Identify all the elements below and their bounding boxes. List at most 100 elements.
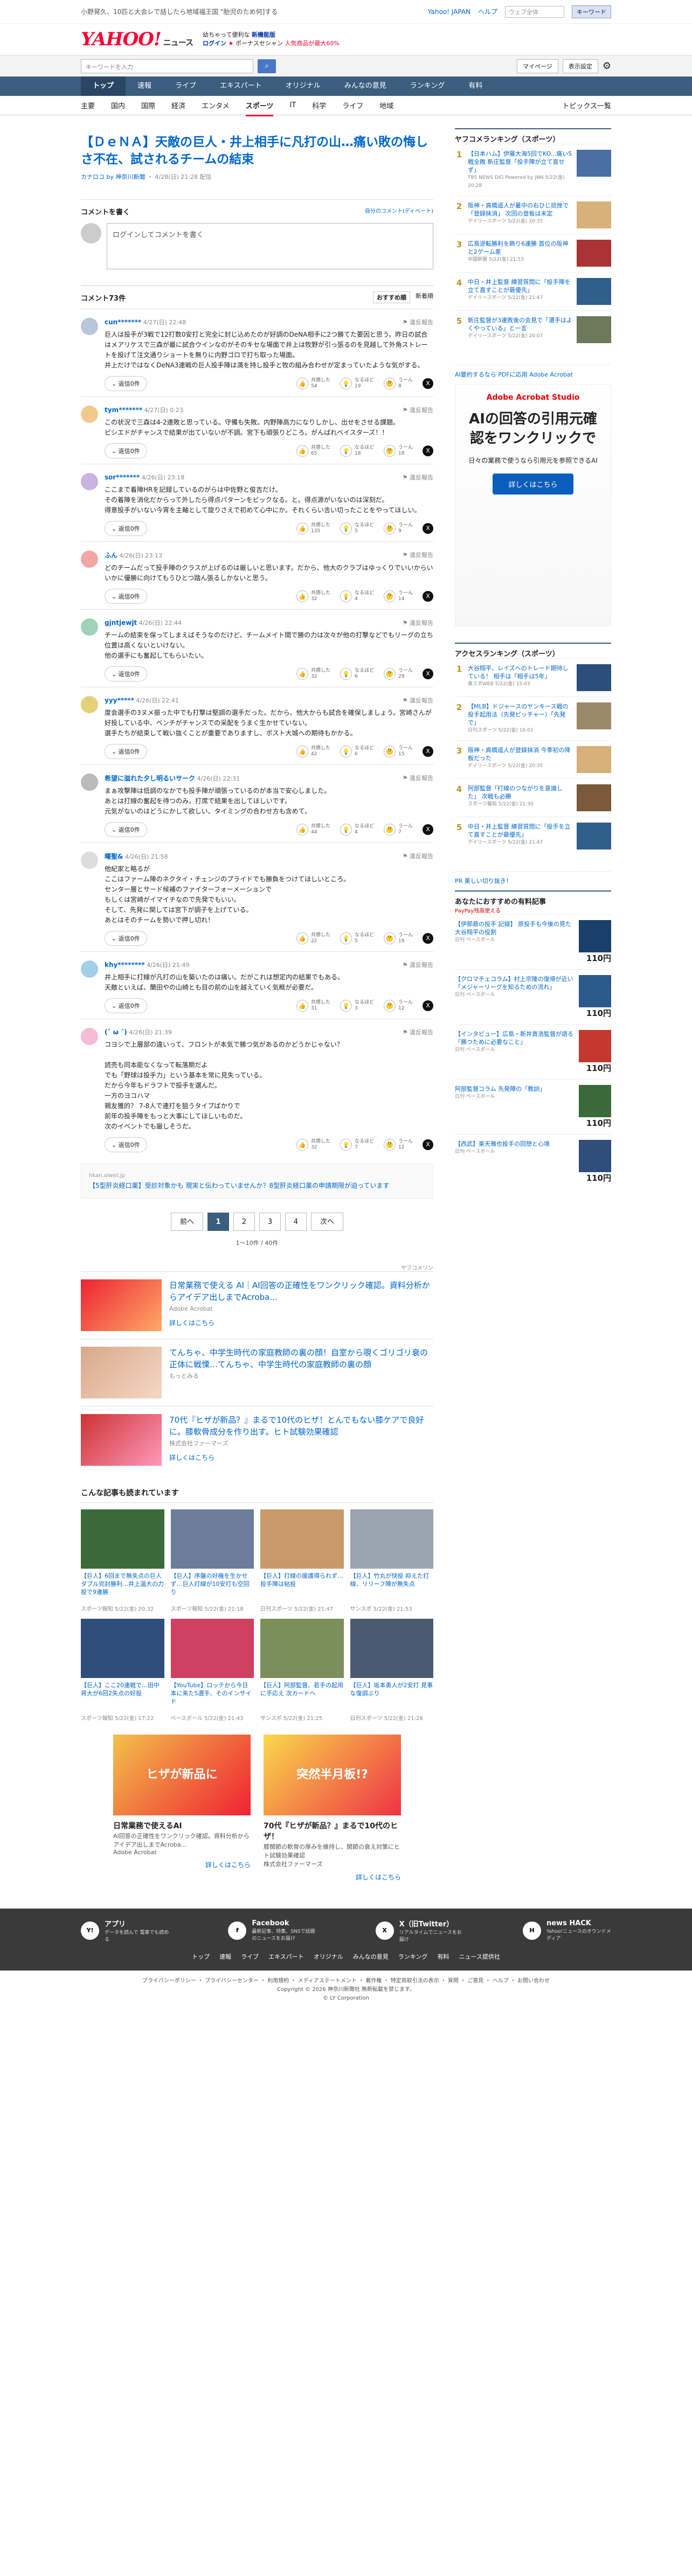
related-item[interactable]: 【YouTube】ロッテから今日本に来た5選手、そのインサイド ベースボール 5/… — [170, 1619, 254, 1722]
footer-app-1[interactable]: f Facebook 最新記事、特集、SNSで話題のニュースをお届け — [228, 1918, 316, 1943]
footer-app-0[interactable]: Y! アプリ データを読んで 電車でも読める — [81, 1918, 169, 1943]
react-empathy[interactable]: 👍 共感した 135 — [296, 523, 330, 534]
react-insight[interactable]: 💡 なるほど 6 — [340, 668, 374, 680]
pr-item[interactable]: PR 美しい切り抜き！ — [455, 871, 611, 890]
ranking-title[interactable]: 中日・井上監督 練習質問に「投手陣を立て直すことが最優先」 — [468, 279, 571, 294]
commenter-name[interactable]: sor******* — [105, 474, 140, 481]
reply-toggle[interactable]: ⌄ 返信0件 — [105, 1137, 147, 1152]
paid-article-title[interactable]: 【インタビュー】広島・新井貴浩監督が語る「勝つために必要なこと」 — [455, 1031, 573, 1046]
article-source[interactable]: カナロコ by 神奈川新聞 — [81, 173, 146, 180]
nav-tab-6[interactable]: ランキング — [398, 76, 457, 96]
article-title[interactable]: 【ＤｅＮＡ】天敵の巨人・井上相手に凡打の山…痛い敗の悔しさ不在、試されるチームの… — [81, 134, 433, 168]
x-share-icon[interactable]: X — [423, 445, 433, 456]
ad-more-link[interactable]: 詳しくはこちら — [169, 1452, 433, 1464]
reply-toggle[interactable]: ⌄ 返信0件 — [105, 822, 147, 837]
ranking-title[interactable]: 中日・井上監督 練習質問に「投手を立て直すことが最優先」 — [468, 823, 571, 838]
ad-title[interactable]: てんちゃ、中学生時代の家庭教師の裏の顔！自室から覗くゴリゴリ衰の正体に戦慄…てん… — [169, 1348, 428, 1369]
react-empathy[interactable]: 👍 共感した 32 — [296, 590, 330, 602]
report-link[interactable]: ⚑ 違反報告 — [403, 473, 433, 482]
mypage-button[interactable]: マイページ — [517, 59, 558, 73]
paid-article[interactable]: 【インタビュー】広島・新井貴浩監督が語る「勝つために必要なこと」 日刊 ベースボー… — [455, 1024, 611, 1079]
x-share-icon[interactable]: X — [423, 669, 433, 679]
react-insight[interactable]: 💡 なるほど 4 — [340, 590, 374, 602]
search-icon[interactable]: ⌕ — [258, 59, 276, 73]
related-item[interactable]: 【巨人】序盤の好機を生かせず…巨人打線が10安打も空回り スポーツ報知 5/22(… — [170, 1509, 254, 1612]
category-tab-3[interactable]: 経済 — [171, 100, 185, 110]
ranking-item[interactable]: 4 中日・井上監督 練習質問に「投手陣を立て直すことが最優先」 デイリースポーツ 5… — [455, 272, 611, 310]
paid-article-title[interactable]: 【伊那鼎の投手 記録】 原投手も今後の見た大谷翔平の役割 — [455, 921, 571, 936]
ranking-item[interactable]: 1 【日本ハム】伊藤大海5回でKO...痛い5戦全敗 新庄監督「投手陣が立て直せず… — [455, 144, 611, 196]
page-button-3[interactable]: 3 — [259, 1213, 281, 1231]
react-empathy[interactable]: 👍 共感した 54 — [296, 378, 330, 389]
footer-nav-0[interactable]: トップ — [192, 1952, 210, 1961]
react-empathy[interactable]: 👍 共感した 65 — [296, 445, 330, 457]
category-tab-5[interactable]: スポーツ — [245, 100, 274, 116]
paid-article-thumbnail[interactable] — [579, 975, 611, 1007]
report-link[interactable]: ⚑ 違反報告 — [403, 960, 433, 969]
reply-toggle[interactable]: ⌄ 返信0件 — [105, 521, 147, 536]
paid-article-title[interactable]: 阿部監督コラム 先発陣の「教訓」 — [455, 1085, 545, 1092]
related-item[interactable]: 【巨人】6回まで無失点の巨人ダブル完封勝利…井上温大の力投で9連勝 スポーツ報知 … — [81, 1509, 164, 1612]
ad-item[interactable]: てんちゃ、中学生時代の家庭教師の裏の顔！自室から覗くゴリゴリ衰の正体に戦慄…てん… — [81, 1339, 433, 1406]
related-item[interactable]: 【巨人】ここ20連戦で…田中将大が6回2失点の好投 スポーツ報知 5/22(金) … — [81, 1619, 164, 1722]
ranking-title[interactable]: 広島逆転勝利を飾り6連勝 首位の阪神と2ゲーム差 — [468, 240, 569, 255]
report-link[interactable]: ⚑ 違反報告 — [403, 318, 433, 326]
ranking-thumbnail[interactable] — [577, 664, 611, 691]
related-title-link[interactable]: 【巨人】打線の援護得られず…投手陣は粘投 — [260, 1572, 344, 1604]
commenter-avatar[interactable] — [81, 1028, 98, 1045]
react-hmm[interactable]: 🤔 うーん 19 — [383, 932, 413, 944]
category-tab-7[interactable]: 科学 — [312, 100, 326, 110]
ad-image[interactable] — [81, 1279, 162, 1331]
ad-more-link[interactable]: 詳しくはこちら — [169, 1317, 433, 1329]
keyword-search-input[interactable]: キーワードを入力 — [81, 59, 253, 73]
commenter-avatar[interactable] — [81, 696, 98, 713]
react-empathy[interactable]: 👍 共感した 22 — [296, 932, 330, 944]
nav-tab-3[interactable]: エキスパート — [208, 76, 274, 96]
related-item[interactable]: 【巨人】坂本勇人が2安打 見事な復調ぶり 日刊スポーツ 5/22(金) 21:28 — [350, 1619, 433, 1722]
my-comments-link[interactable]: 自分のコメント(ディベート) — [365, 206, 433, 217]
category-tab-4[interactable]: エンタメ — [202, 100, 230, 110]
ranking-thumbnail[interactable] — [577, 316, 611, 343]
footer-nav-7[interactable]: 有料 — [437, 1952, 449, 1961]
react-hmm[interactable]: 🤔 うーん 29 — [383, 668, 413, 680]
commenter-avatar[interactable] — [81, 618, 98, 636]
x-share-icon[interactable]: X — [423, 746, 433, 757]
big-ad-more[interactable]: 詳しくはこちら — [264, 1872, 401, 1882]
paid-article[interactable]: 阿部監督コラム 先発陣の「教訓」 日刊 ベースボール 110円 — [455, 1079, 611, 1134]
footer-nav-1[interactable]: 速報 — [219, 1952, 231, 1961]
reply-toggle[interactable]: ⌄ 返信0件 — [105, 443, 147, 458]
sort-recommended[interactable]: おすすめ順 — [373, 291, 410, 303]
x-share-icon[interactable]: X — [423, 933, 433, 944]
react-hmm[interactable]: 🤔 うーん 12 — [383, 1139, 413, 1151]
ranking-thumbnail[interactable] — [577, 702, 611, 729]
ranking-thumbnail[interactable] — [577, 278, 611, 305]
react-insight[interactable]: 💡 なるほど 3 — [340, 1000, 374, 1012]
react-hmm[interactable]: 🤔 うーん 12 — [383, 1000, 413, 1012]
reply-toggle[interactable]: ⌄ 返信0件 — [105, 998, 147, 1013]
reply-toggle[interactable]: ⌄ 返信0件 — [105, 376, 147, 391]
yahoo-japan-link[interactable]: Yahoo! JAPAN — [428, 8, 470, 16]
commenter-name[interactable]: gjntjewjt — [105, 619, 137, 626]
report-link[interactable]: ⚑ 違反報告 — [403, 696, 433, 705]
commenter-name[interactable]: (ˆ ω ˆ) — [105, 1028, 127, 1036]
ad-item[interactable]: 日常業務で使える AI｜AI回答の正確性をワンクリック確認。資料分析からアイデア… — [81, 1271, 433, 1339]
big-ad-image[interactable]: 突然半月板!? — [264, 1735, 401, 1815]
page-button-1[interactable]: 1 — [207, 1213, 229, 1231]
big-ad-image[interactable]: ヒザが新品に — [113, 1735, 251, 1815]
commenter-avatar[interactable] — [81, 774, 98, 791]
ranking-title[interactable]: 阪神・高橋遥人が暑中の右ひじ捻挫で「登録抹消」 次回の登板は未定 — [468, 202, 569, 217]
commenter-avatar[interactable] — [81, 551, 98, 568]
paid-article[interactable]: 【クロマチェコラム】村上宗隆の復帰が近い「メジャーリーグを知るための流れ」 日刊 … — [455, 969, 611, 1024]
display-settings-button[interactable]: 表示設定 — [562, 59, 598, 73]
ranking-item[interactable]: 5 新庄監督が3連敗後の会見で「選手はよくやっている」と一言 デイリースポーツ 5/… — [455, 310, 611, 349]
react-insight[interactable]: 💡 なるほど 18 — [340, 445, 374, 457]
commenter-name[interactable]: 希望に溢れた夕し明るいサーク — [105, 775, 195, 782]
footer-app-3[interactable]: Hnews HACK Yahoo!ニュースのオウンドメディア — [522, 1918, 611, 1943]
react-hmm[interactable]: 🤔 うーん 18 — [383, 445, 413, 457]
reply-toggle[interactable]: ⌄ 返信0件 — [105, 666, 147, 681]
related-title-link[interactable]: 【YouTube】ロッテから今日本に来た5選手、そのインサイド — [171, 1681, 254, 1714]
commenter-name[interactable]: 曙聖& — [105, 853, 123, 860]
ad-image[interactable] — [81, 1347, 162, 1398]
footer-nav-2[interactable]: ライブ — [241, 1952, 259, 1961]
prev-page-button[interactable]: 前へ — [171, 1213, 203, 1231]
